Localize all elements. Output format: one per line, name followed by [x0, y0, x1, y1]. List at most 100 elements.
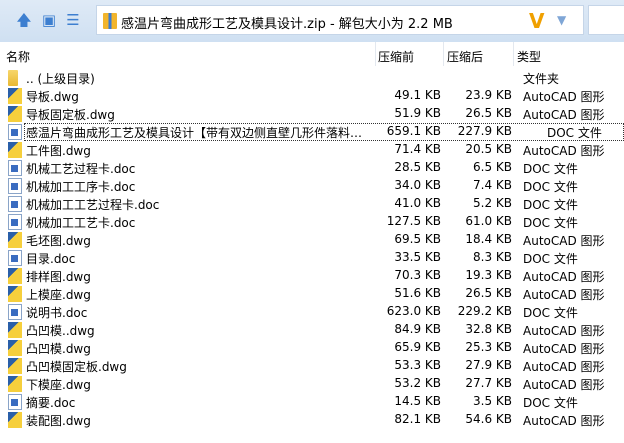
file-row[interactable]: 机械工艺过程卡.doc 28.5 KB 6.5 KB DOC 文件 [0, 159, 624, 177]
size-after: 5.2 KB [473, 196, 512, 210]
dropdown-arrow-icon[interactable]: ▼ [557, 13, 566, 27]
size-after: 54.6 KB [465, 412, 512, 426]
size-after: 23.9 KB [465, 88, 512, 102]
size-before: 28.5 KB [394, 160, 441, 174]
up-arrow-icon[interactable]: 🡅 [15, 11, 33, 29]
size-after: 27.9 KB [465, 358, 512, 372]
word-doc-icon [8, 178, 22, 194]
size-before: 623.0 KB [386, 304, 441, 318]
file-row[interactable]: 装配图.dwg 82.1 KB 54.6 KB AutoCAD 图形 [0, 411, 624, 429]
size-before: 70.3 KB [394, 268, 441, 282]
word-doc-icon [8, 250, 22, 266]
file-type: AutoCAD 图形 [523, 342, 605, 356]
file-row[interactable]: 下模座.dwg 53.2 KB 27.7 KB AutoCAD 图形 [0, 375, 624, 393]
file-type: AutoCAD 图形 [523, 90, 605, 104]
file-row[interactable]: 目录.doc 33.5 KB 8.3 KB DOC 文件 [0, 249, 624, 267]
search-input[interactable] [588, 5, 624, 35]
file-name: .. (上级目录) [26, 72, 95, 86]
file-name: 摘要.doc [26, 396, 76, 410]
size-before: 84.9 KB [394, 322, 441, 336]
autocad-file-icon [8, 286, 22, 302]
file-row[interactable]: 感温片弯曲成形工艺及模具设计【带有双边侧直壁几形件落料弯... 659.1 KB… [8, 123, 624, 141]
column-type[interactable]: 类型 [517, 48, 541, 65]
size-before: 34.0 KB [394, 178, 441, 192]
autocad-file-icon [8, 142, 22, 158]
file-type: DOC 文件 [523, 198, 578, 212]
word-doc-icon [8, 394, 22, 410]
file-row[interactable]: 摘要.doc 14.5 KB 3.5 KB DOC 文件 [0, 393, 624, 411]
file-name: 毛坯图.dwg [26, 234, 91, 248]
size-after: 27.7 KB [465, 376, 512, 390]
file-row[interactable]: 说明书.doc 623.0 KB 229.2 KB DOC 文件 [0, 303, 624, 321]
file-type: AutoCAD 图形 [523, 360, 605, 374]
file-type: 文件夹 [523, 72, 560, 86]
file-row[interactable]: 导板.dwg 49.1 KB 23.9 KB AutoCAD 图形 [0, 87, 624, 105]
file-list: .. (上级目录) 文件夹 导板.dwg 49.1 KB 23.9 KB Aut… [0, 69, 624, 429]
autocad-file-icon [8, 88, 22, 104]
file-row[interactable]: 凸凹模固定板.dwg 53.3 KB 27.9 KB AutoCAD 图形 [0, 357, 624, 375]
size-after: 3.5 KB [473, 394, 512, 408]
file-name: 感温片弯曲成形工艺及模具设计【带有双边侧直壁几形件落料弯... [26, 126, 371, 140]
size-before: 69.5 KB [394, 232, 441, 246]
size-after: 26.5 KB [465, 106, 512, 120]
view-list-icon[interactable]: ☰ [64, 11, 82, 29]
file-type: AutoCAD 图形 [523, 144, 605, 158]
column-name[interactable]: 名称 [6, 48, 30, 65]
file-name: 目录.doc [26, 252, 76, 266]
file-name: 凸凹模固定板.dwg [26, 360, 127, 374]
file-type: AutoCAD 图形 [523, 270, 605, 284]
file-name: 下模座.dwg [26, 378, 91, 392]
file-type: DOC 文件 [523, 162, 578, 176]
size-before: 51.6 KB [394, 286, 441, 300]
autocad-file-icon [8, 322, 22, 338]
size-before: 33.5 KB [394, 250, 441, 264]
size-after: 229.2 KB [457, 304, 512, 318]
file-type: AutoCAD 图形 [523, 108, 605, 122]
column-after[interactable]: 压缩后 [447, 48, 483, 65]
zip-archive-icon [103, 13, 117, 29]
autocad-file-icon [8, 232, 22, 248]
size-after: 26.5 KB [465, 286, 512, 300]
column-divider[interactable] [375, 42, 376, 66]
file-type: AutoCAD 图形 [523, 234, 605, 248]
file-name: 凸凹模..dwg [26, 324, 95, 338]
file-row[interactable]: 毛坯图.dwg 69.5 KB 18.4 KB AutoCAD 图形 [0, 231, 624, 249]
file-name: 说明书.doc [26, 306, 88, 320]
word-doc-icon [8, 304, 22, 320]
file-type: AutoCAD 图形 [523, 288, 605, 302]
file-row[interactable]: 机械加工工艺过程卡.doc 41.0 KB 5.2 KB DOC 文件 [0, 195, 624, 213]
column-before[interactable]: 压缩前 [378, 48, 414, 65]
size-after: 19.3 KB [465, 268, 512, 282]
autocad-file-icon [8, 376, 22, 392]
column-divider[interactable] [443, 42, 444, 66]
size-after: 227.9 KB [457, 124, 512, 138]
file-row[interactable]: .. (上级目录) 文件夹 [0, 69, 624, 87]
file-row[interactable]: 凸凹模.dwg 65.9 KB 25.3 KB AutoCAD 图形 [0, 339, 624, 357]
column-divider[interactable] [513, 42, 514, 66]
file-type: DOC 文件 [523, 180, 578, 194]
size-before: 65.9 KB [394, 340, 441, 354]
file-row[interactable]: 上模座.dwg 51.6 KB 26.5 KB AutoCAD 图形 [0, 285, 624, 303]
size-before: 49.1 KB [394, 88, 441, 102]
file-row[interactable]: 凸凹模..dwg 84.9 KB 32.8 KB AutoCAD 图形 [0, 321, 624, 339]
file-name: 机械加工工艺卡.doc [26, 216, 136, 230]
file-row[interactable]: 工件图.dwg 71.4 KB 20.5 KB AutoCAD 图形 [0, 141, 624, 159]
folder-icon [8, 70, 18, 86]
view-thumbnail-icon[interactable]: ▣ [40, 11, 58, 29]
v-logo-icon[interactable]: V [529, 9, 544, 33]
file-name: 上模座.dwg [26, 288, 91, 302]
size-before: 127.5 KB [386, 214, 441, 228]
file-type: DOC 文件 [547, 126, 602, 140]
file-type: DOC 文件 [523, 396, 578, 410]
size-after: 18.4 KB [465, 232, 512, 246]
address-bar[interactable]: 感温片弯曲成形工艺及模具设计.zip - 解包大小为 2.2 MB V ▼ [96, 5, 584, 35]
file-name: 凸凹模.dwg [26, 342, 91, 356]
size-after: 61.0 KB [465, 214, 512, 228]
file-row[interactable]: 机械加工工序卡.doc 34.0 KB 7.4 KB DOC 文件 [0, 177, 624, 195]
file-row[interactable]: 机械加工工艺卡.doc 127.5 KB 61.0 KB DOC 文件 [0, 213, 624, 231]
file-name: 机械工艺过程卡.doc [26, 162, 136, 176]
autocad-file-icon [8, 412, 22, 428]
file-row[interactable]: 排样图.dwg 70.3 KB 19.3 KB AutoCAD 图形 [0, 267, 624, 285]
autocad-file-icon [8, 268, 22, 284]
file-row[interactable]: 导板固定板.dwg 51.9 KB 26.5 KB AutoCAD 图形 [0, 105, 624, 123]
